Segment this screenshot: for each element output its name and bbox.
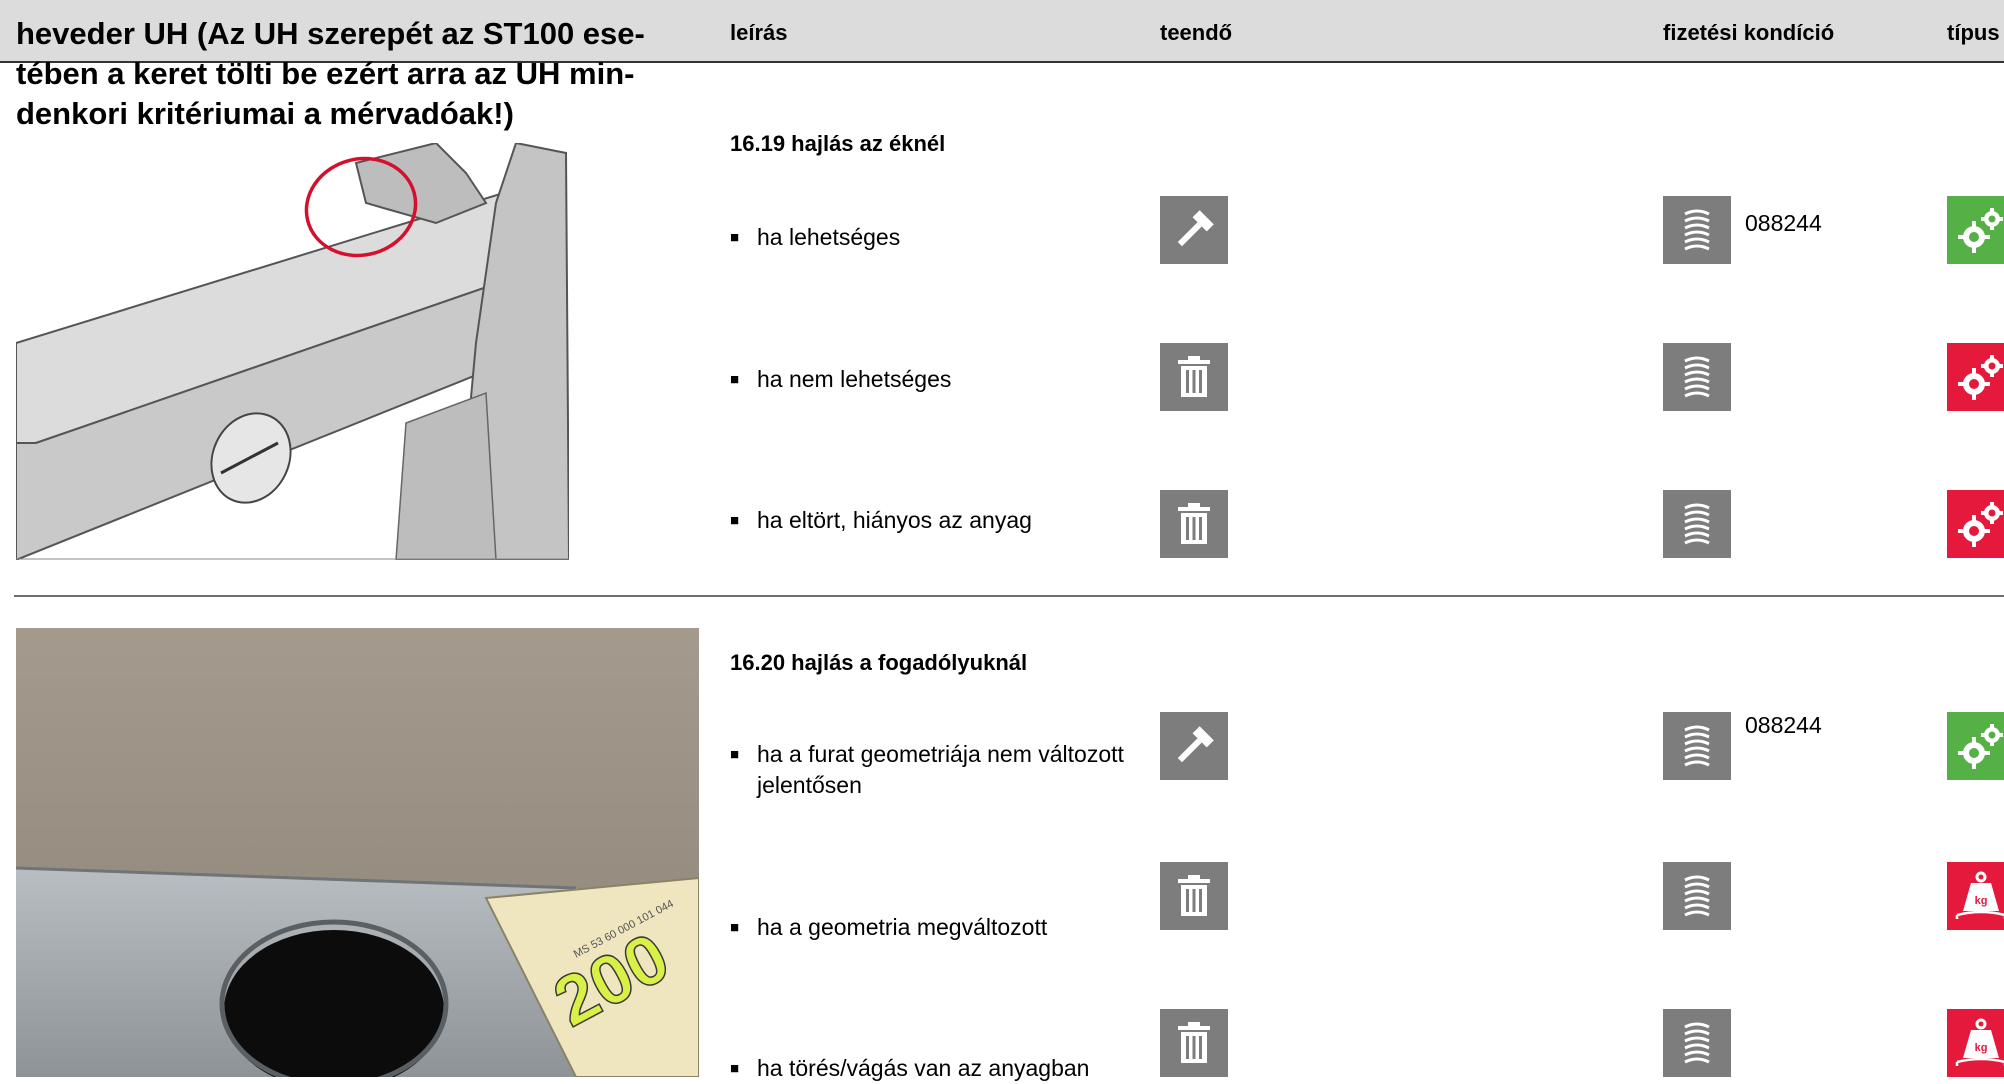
trash-icon xyxy=(1160,862,1228,930)
gears-icon xyxy=(1947,196,2004,264)
list-item: ■ ha a geometria megváltozott xyxy=(730,912,1047,943)
hammer-icon xyxy=(1160,712,1228,780)
article-code: 088244 xyxy=(1745,712,1822,738)
weight-kg-label: kg xyxy=(1975,895,1988,907)
gears-icon xyxy=(1947,343,2004,411)
weight-kg-icon: kg xyxy=(1947,1009,2004,1077)
bullet-icon: ■ xyxy=(730,1060,740,1077)
list-item: ■ ha eltört, hiányos az anyag xyxy=(730,505,1032,536)
gears-icon xyxy=(1947,712,2004,780)
trash-icon xyxy=(1160,343,1228,411)
section-title-16-19: 16.19 hajlás az éknél xyxy=(730,131,946,156)
header-action: teendő xyxy=(1160,20,1233,45)
trash-icon xyxy=(1160,1009,1228,1077)
header-payment: fizetési kondíció xyxy=(1663,20,1835,45)
weight-kg-icon: kg xyxy=(1947,862,2004,930)
photo-receiving-hole: MS 53 60 000 101 044 200 xyxy=(16,628,699,1077)
section-title-16-20: 16.20 hajlás a fogadólyuknál xyxy=(730,650,1028,675)
list-item: ■ ha lehetséges xyxy=(730,222,900,253)
bullet-icon: ■ xyxy=(730,512,740,529)
bullet-icon: ■ xyxy=(730,371,740,388)
photo-wedge-bend xyxy=(16,143,569,560)
list-item: ■ ha törés/vágás van az anyagban xyxy=(730,1053,1089,1084)
coin-stack-icon xyxy=(1663,712,1731,780)
list-item: ■ ha nem lehetséges xyxy=(730,364,951,395)
hammer-icon xyxy=(1160,196,1228,264)
coin-stack-icon xyxy=(1663,196,1731,264)
coin-stack-icon xyxy=(1663,343,1731,411)
weight-kg-label: kg xyxy=(1975,1042,1988,1054)
list-item: ■ ha a furat geometriája nem változott j… xyxy=(730,739,1150,801)
coin-stack-icon xyxy=(1663,490,1731,558)
bullet-icon: ■ xyxy=(730,746,740,763)
coin-stack-icon xyxy=(1663,1009,1731,1077)
section-divider xyxy=(14,595,2004,597)
bullet-icon: ■ xyxy=(730,919,740,936)
bullet-icon: ■ xyxy=(730,229,740,246)
article-code: 088244 xyxy=(1745,210,1822,236)
coin-stack-icon xyxy=(1663,862,1731,930)
header-description: leírás xyxy=(730,20,788,45)
trash-icon xyxy=(1160,490,1228,558)
page-title: heveder UH (Az UH szerepét az ST100 ese-… xyxy=(16,16,645,131)
gears-icon xyxy=(1947,490,2004,558)
header-type: típus xyxy=(1947,20,2000,45)
